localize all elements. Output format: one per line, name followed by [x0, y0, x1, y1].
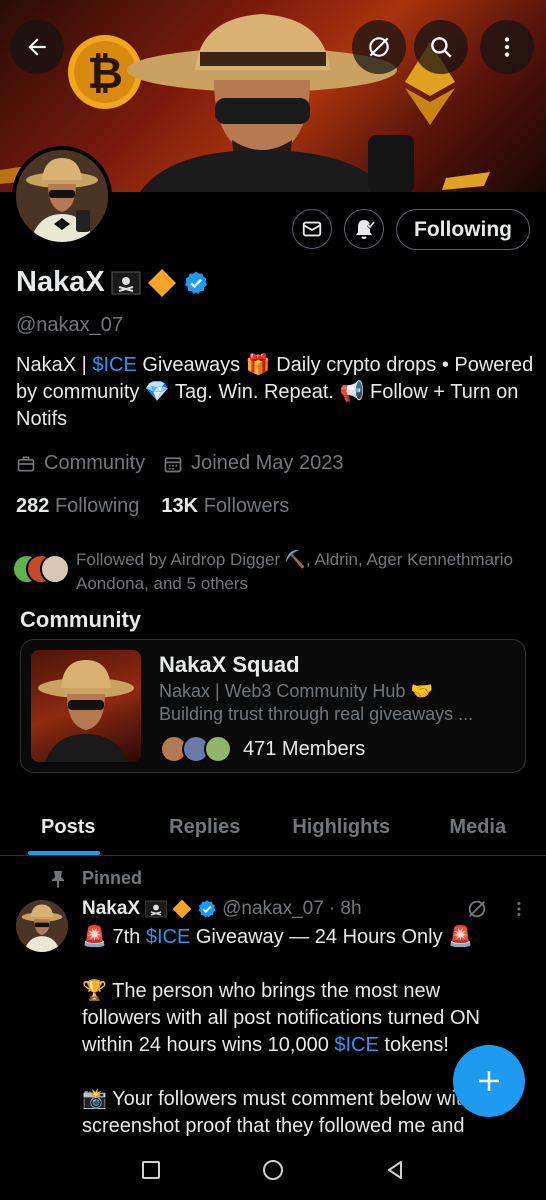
- category-item: Community: [16, 452, 145, 475]
- bell-subscribed-icon: [356, 220, 376, 239]
- post-header: NakaX @nakax_07 · 8h: [82, 898, 362, 920]
- joined-item: Joined May 2023: [163, 452, 343, 475]
- back-arrow-icon: [28, 38, 46, 56]
- post-text: Giveaway — 24 Hours Only 🚨: [190, 926, 474, 948]
- recent-apps-icon[interactable]: [140, 1159, 162, 1181]
- profile-bio: NakaX | $ICE Giveaways 🎁 Daily crypto dr…: [16, 352, 536, 433]
- following-count: 282: [16, 495, 50, 517]
- avatar-image: [16, 150, 108, 242]
- profile-tabs: Posts Replies Highlights Media: [0, 800, 546, 856]
- community-name: NakaX Squad: [159, 652, 300, 677]
- more-options-button[interactable]: [480, 20, 534, 74]
- bio-text-start: NakaX |: [16, 354, 93, 376]
- followers-count: 13K: [161, 495, 199, 517]
- svg-text:₿: ₿: [87, 48, 123, 99]
- post-line-1: 🚨 7th $ICE Giveaway — 24 Hours Only 🚨: [82, 924, 522, 951]
- orange-diamond-icon: [172, 899, 192, 919]
- post-time: · 8h: [328, 898, 362, 919]
- pinned-label: Pinned: [82, 868, 143, 888]
- post-author-name[interactable]: NakaX: [82, 898, 140, 920]
- following-label: Following: [54, 495, 140, 517]
- tab-replies[interactable]: Replies: [137, 800, 274, 855]
- pirate-flag-icon: [145, 900, 167, 918]
- search-button[interactable]: [414, 20, 468, 74]
- follower-avatar: [40, 554, 70, 584]
- members-count: 471 Members: [243, 737, 366, 760]
- more-vertical-icon: [517, 902, 521, 916]
- tab-posts[interactable]: Posts: [0, 800, 137, 855]
- home-icon[interactable]: [261, 1158, 285, 1182]
- tab-media[interactable]: Media: [410, 800, 546, 855]
- profile-name-row: NakaX: [16, 266, 209, 299]
- post-cashtag-link[interactable]: $ICE: [334, 1034, 378, 1056]
- post-paragraph-2: 🏆 The person who brings the most new fol…: [82, 978, 522, 1059]
- mail-icon: [302, 221, 322, 237]
- grok-button[interactable]: [352, 20, 406, 74]
- follow-counts: 282 Following 13K Followers: [16, 495, 289, 518]
- compose-button[interactable]: [453, 1045, 525, 1117]
- community-description-2: Building trust through real giveaways ..…: [159, 704, 474, 724]
- bio-cashtag-link[interactable]: $ICE: [92, 354, 136, 376]
- grok-icon: [468, 900, 486, 918]
- post-more-button[interactable]: [508, 898, 530, 925]
- profile-name: NakaX: [16, 266, 105, 298]
- community-artwork: [38, 660, 134, 762]
- system-navbar: [0, 1140, 546, 1200]
- post-text: tokens!: [378, 1034, 449, 1056]
- briefcase-icon: [17, 456, 35, 471]
- orange-diamond-icon: [147, 268, 176, 297]
- followed-by-text: Followed by Airdrop Digger ⛏️, Aldrin, A…: [76, 550, 513, 593]
- pirate-flag-icon: [111, 271, 141, 294]
- post-grok-button[interactable]: [466, 898, 488, 925]
- back-nav-icon[interactable]: [384, 1159, 406, 1181]
- followed-by-row[interactable]: Followed by Airdrop Digger ⛏️, Aldrin, A…: [12, 548, 516, 596]
- more-vertical-icon: [504, 37, 510, 57]
- search-icon: [431, 37, 452, 58]
- joined-date: Joined May 2023: [191, 452, 344, 474]
- notifications-button[interactable]: [344, 209, 384, 249]
- post-body[interactable]: 🚨 7th $ICE Giveaway — 24 Hours Only 🚨 🏆 …: [82, 924, 522, 1140]
- following-count-link[interactable]: 282 Following: [16, 495, 139, 518]
- post-avatar[interactable]: [16, 900, 68, 952]
- tab-highlights[interactable]: Highlights: [273, 800, 410, 855]
- community-description: Nakax | Web3 Community Hub 🤝: [159, 681, 433, 701]
- community-section-title: Community: [20, 607, 141, 632]
- message-button[interactable]: [292, 209, 332, 249]
- category-label: Community: [44, 452, 146, 474]
- back-button[interactable]: [10, 20, 64, 74]
- community-members: 471 Members: [159, 734, 365, 764]
- followers-label: Followers: [203, 495, 290, 517]
- verified-badge-icon[interactable]: [183, 270, 209, 296]
- verified-badge-icon: [198, 900, 216, 918]
- member-avatars: [160, 735, 232, 763]
- post-avatar-image: [16, 900, 68, 952]
- grok-icon: [369, 37, 389, 57]
- community-image: [31, 650, 141, 762]
- post-cashtag-link[interactable]: $ICE: [146, 926, 190, 948]
- profile-meta: Community Joined May 2023: [16, 452, 361, 475]
- calendar-icon: [164, 456, 182, 472]
- profile-avatar[interactable]: [12, 146, 112, 246]
- plus-icon: [479, 1071, 499, 1091]
- following-button[interactable]: Following: [396, 209, 530, 250]
- profile-handle: @nakax_07: [16, 314, 124, 336]
- followed-by-avatars: [12, 548, 76, 588]
- pinned-indicator: Pinned: [50, 868, 142, 889]
- post-text: 🚨 7th: [82, 926, 146, 948]
- pin-icon: [52, 870, 64, 888]
- followers-count-link[interactable]: 13K Followers: [161, 495, 289, 518]
- community-card[interactable]: NakaX Squad Nakax | Web3 Community Hub 🤝…: [20, 639, 526, 773]
- post-author-handle[interactable]: @nakax_07: [222, 898, 324, 920]
